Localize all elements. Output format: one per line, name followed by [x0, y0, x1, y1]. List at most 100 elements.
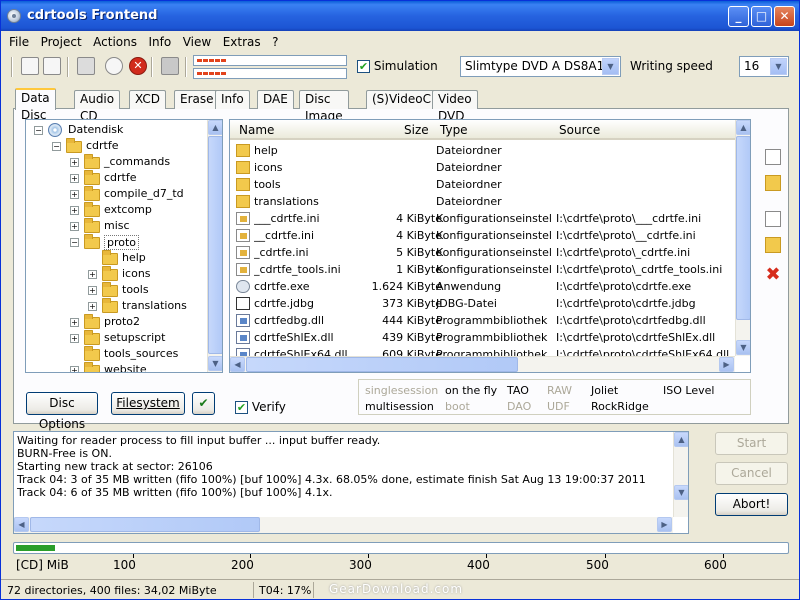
menu-info[interactable]: Info	[145, 33, 176, 51]
list-row[interactable]: tools Dateiordner	[230, 176, 736, 193]
tree-node[interactable]: + setupscript	[26, 330, 206, 346]
start-button[interactable]: Start	[715, 432, 788, 455]
remove-file-icon[interactable]	[765, 211, 781, 227]
list-vertical-scrollbar[interactable]: ▲ ▼	[735, 120, 750, 356]
chevron-down-icon[interactable]: ▼	[602, 58, 619, 75]
tab-data-disc[interactable]: Data Disc	[15, 88, 56, 122]
scroll-up-icon[interactable]: ▲	[674, 432, 688, 447]
collapse-icon[interactable]: −	[34, 126, 43, 135]
scroll-thumb[interactable]	[736, 136, 750, 320]
expand-icon[interactable]: +	[70, 174, 79, 183]
drive-icon[interactable]	[161, 57, 179, 75]
verify-option[interactable]: ✔ Verify	[235, 400, 286, 414]
expand-icon[interactable]: +	[70, 158, 79, 167]
list-row[interactable]: _cdrtfe.ini 5 KiByte Konfigurationseinstel…	[230, 244, 736, 261]
minimize-button[interactable]: _	[728, 6, 749, 27]
tab-info[interactable]: Info	[215, 90, 250, 109]
tree-node[interactable]: − cdrtfe	[26, 138, 206, 154]
expand-icon[interactable]: +	[70, 366, 79, 372]
tree-node[interactable]: + extcomp	[26, 202, 206, 218]
collapse-icon[interactable]: −	[70, 238, 79, 247]
list-row[interactable]: cdrtfeShlEx.dll 439 KiByte Programmbibliot…	[230, 329, 736, 346]
menu-file[interactable]: File	[5, 33, 33, 51]
tree-node[interactable]: − proto	[26, 234, 206, 250]
scroll-left-icon[interactable]: ◀	[14, 517, 29, 532]
add-folder-icon[interactable]	[765, 175, 781, 191]
column-header-type[interactable]: Type	[440, 123, 468, 137]
tree-node[interactable]: + compile_d7_td	[26, 186, 206, 202]
scroll-right-icon[interactable]: ▶	[657, 517, 672, 532]
list-row[interactable]: _cdrtfe_tools.ini 1 KiByte Konfigurationse…	[230, 261, 736, 278]
menu-actions[interactable]: Actions	[89, 33, 141, 51]
tab-disc-image[interactable]: Disc Image	[299, 90, 349, 123]
list-row[interactable]: __cdrtfe.ini 4 KiByte Konfigurationseinste…	[230, 227, 736, 244]
verify-checkbox[interactable]: ✔	[235, 401, 248, 414]
column-header-source[interactable]: Source	[559, 123, 600, 137]
tab-erase[interactable]: Erase	[174, 90, 220, 109]
folder-tree[interactable]: − Datendisk − cdrtfe + _commands + cdrtfe + compi…	[25, 119, 223, 373]
expand-icon[interactable]: +	[70, 318, 79, 327]
column-header-name[interactable]: Name	[239, 123, 274, 137]
wrench-icon[interactable]	[77, 57, 95, 75]
list-horizontal-scrollbar[interactable]: ◀ ▶	[230, 356, 735, 372]
scroll-down-icon[interactable]: ▼	[736, 340, 750, 355]
scroll-left-icon[interactable]: ◀	[230, 357, 245, 372]
close-button[interactable]: ✕	[774, 6, 795, 27]
tree-vertical-scrollbar[interactable]: ▲ ▼	[207, 120, 222, 372]
list-row[interactable]: ___cdrtfe.ini 4 KiByte Konfigurationseinst…	[230, 210, 736, 227]
column-header-size[interactable]: Size	[404, 123, 429, 137]
menu-view[interactable]: View	[179, 33, 215, 51]
list-row[interactable]: help Dateiordner	[230, 142, 736, 159]
abort-button[interactable]: Abort!	[715, 493, 788, 516]
add-file-icon[interactable]	[765, 149, 781, 165]
disc-eject-icon[interactable]	[105, 57, 123, 75]
expand-icon[interactable]: +	[70, 206, 79, 215]
tab-dae[interactable]: DAE	[257, 90, 294, 109]
delete-icon[interactable]: ✖	[765, 266, 781, 284]
title-bar[interactable]: cdrtools Frontend _ □ ✕	[1, 1, 799, 31]
list-row[interactable]: translations Dateiordner	[230, 193, 736, 210]
log-vertical-scrollbar[interactable]: ▲ ▼	[673, 432, 688, 517]
tree-node[interactable]: + cdrtfe	[26, 170, 206, 186]
remove-folder-icon[interactable]	[765, 237, 781, 253]
tree-node[interactable]: tools_sources	[26, 346, 206, 362]
file-list[interactable]: Name Size Type Source help Dateiordner ico…	[229, 119, 751, 373]
disc-options-button[interactable]: Disc Options	[26, 392, 98, 431]
list-row[interactable]: cdrtfedbg.dll 444 KiByte Programmbibliothe…	[230, 312, 736, 329]
scroll-thumb[interactable]	[30, 517, 260, 532]
log-output[interactable]: Waiting for reader process to fill input…	[13, 431, 689, 534]
list-row[interactable]: cdrtfe.exe 1.624 KiByte Anwendung I:\cdrtfe…	[230, 278, 736, 295]
expand-icon[interactable]: +	[70, 222, 79, 231]
save-project-icon[interactable]	[43, 57, 61, 75]
menu-extras[interactable]: Extras	[219, 33, 265, 51]
scroll-down-icon[interactable]: ▼	[674, 485, 688, 500]
expand-icon[interactable]: +	[88, 286, 97, 295]
expand-icon[interactable]: +	[70, 190, 79, 199]
tree-node[interactable]: + proto2	[26, 314, 206, 330]
tree-node[interactable]: − Datendisk	[26, 122, 206, 138]
scroll-right-icon[interactable]: ▶	[719, 357, 734, 372]
simulation-checkbox[interactable]: ✔	[357, 60, 370, 73]
collapse-icon[interactable]: −	[52, 142, 61, 151]
scroll-up-icon[interactable]: ▲	[736, 120, 750, 135]
cancel-icon[interactable]: ✕	[129, 57, 147, 75]
maximize-button[interactable]: □	[751, 6, 772, 27]
tree-node[interactable]: help	[26, 250, 206, 266]
log-horizontal-scrollbar[interactable]: ◀ ▶	[14, 517, 673, 533]
load-project-icon[interactable]	[21, 57, 39, 75]
cancel-button[interactable]: Cancel	[715, 462, 788, 485]
simulation-option[interactable]: ✔ Simulation	[357, 59, 438, 73]
scroll-down-icon[interactable]: ▼	[208, 356, 222, 371]
tab-video-dvd[interactable]: Video DVD	[432, 90, 478, 123]
list-row[interactable]: icons Dateiordner	[230, 159, 736, 176]
menu-help[interactable]: ?	[268, 33, 282, 51]
filesystem-button[interactable]: Filesystem	[111, 392, 185, 415]
list-row[interactable]: cdrtfe.jdbg 373 KiByte JDBG-Datei I:\cdrtfe…	[230, 295, 736, 312]
menu-project[interactable]: Project	[37, 33, 86, 51]
scroll-up-icon[interactable]: ▲	[208, 120, 222, 135]
expand-icon[interactable]: +	[88, 270, 97, 279]
drive-select[interactable]: Slimtype DVD A DS8A1P ▼	[460, 56, 621, 77]
expand-icon[interactable]: +	[70, 334, 79, 343]
tree-node[interactable]: + tools	[26, 282, 206, 298]
tab-xcd[interactable]: XCD	[129, 90, 166, 109]
